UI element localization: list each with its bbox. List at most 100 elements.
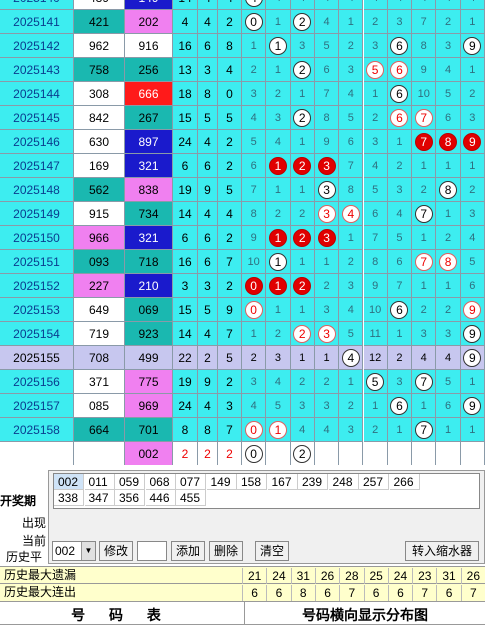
number-item[interactable]: 158 [237, 474, 267, 490]
number-item[interactable]: 338 [54, 490, 84, 506]
test-number-cell: 838 [125, 178, 173, 202]
table-row[interactable]: 2025145 842 267 15 5 5 4 3 2 8 5 2 6 7 6 3 [0, 106, 485, 130]
number-item[interactable]: 446 [145, 490, 176, 506]
digit-cell: 3 [363, 130, 388, 154]
digit-cell: 4 [339, 82, 364, 106]
table-row[interactable]: 2025151 093 718 16 6 7 10 1 1 1 2 8 6 7 8 5 [0, 250, 485, 274]
digit-cell: 1 [387, 418, 413, 442]
digit-cell: 1 [290, 298, 315, 322]
number-item[interactable]: 455 [176, 490, 206, 506]
period-cell: 2025147 [0, 154, 74, 178]
number-item[interactable]: 347 [84, 490, 115, 506]
digit-ball: 3 [317, 156, 336, 175]
table-row[interactable]: 2025150 966 321 6 6 2 9 1 2 3 1 7 5 1 2 4 [0, 226, 485, 250]
tail-cell: 2 [218, 274, 242, 298]
digit-cell: 1 [387, 322, 413, 346]
digit-cell: 2 [290, 370, 315, 394]
digit-cell: 1 [436, 202, 461, 226]
number-item[interactable]: 068 [145, 474, 176, 490]
digit-ball: 1 [268, 156, 287, 175]
number-item[interactable]: 167 [267, 474, 298, 490]
add-button[interactable]: 添加 [171, 541, 205, 561]
chevron-down-icon[interactable]: ▼ [81, 542, 95, 560]
number-list[interactable]: 002 011 059 068 077 149 158 167 239 248 257 266 338 3… [53, 473, 480, 509]
span-cell: 8 [198, 82, 218, 106]
digit-cell: 1 [290, 250, 315, 274]
digit-cell: 6 [314, 58, 340, 82]
table-row[interactable]: 2025156 371 775 19 9 2 3 4 2 2 1 5 3 7 5 1 [0, 370, 485, 394]
period-cell: 2025141 [0, 10, 74, 34]
digit-cell: 5 [363, 178, 388, 202]
max-miss-value: 31 [436, 568, 460, 584]
digit-ball: 3 [317, 324, 336, 343]
digit-ball: 7 [414, 372, 433, 391]
digit-cell: 2 [436, 298, 461, 322]
digit-cell: 3 [412, 322, 437, 346]
test-number-cell: 256 [125, 58, 173, 82]
table-row[interactable]: 2025144 308 666 18 8 0 3 2 1 7 4 1 6 10 5 2 [0, 82, 485, 106]
digit-cell: 1 [266, 154, 291, 178]
span-cell: 4 [198, 130, 218, 154]
digit-cell: 1 [266, 226, 291, 250]
digit-cell: 3 [266, 346, 291, 370]
table-row[interactable]: 2025152 227 210 3 3 2 0 1 2 2 3 9 7 1 1 6 [0, 274, 485, 298]
table-row[interactable]: 2025157 085 969 24 4 3 4 5 3 3 2 1 6 1 6 9 [0, 394, 485, 418]
table-row[interactable]: 2025143 758 256 13 3 4 2 1 2 6 3 5 6 9 4 1 [0, 58, 485, 82]
table-row[interactable]: 2025158 664 701 8 8 7 0 1 4 4 3 2 1 7 1 1 [0, 418, 485, 442]
table-row[interactable]: 2025149 915 734 14 4 4 8 2 2 3 4 6 4 7 1 3 [0, 202, 485, 226]
table-row[interactable]: 2025147 169 321 6 6 2 6 1 2 3 7 4 2 1 1 1 [0, 154, 485, 178]
number-select[interactable]: 002 ▼ [52, 541, 96, 561]
number-item[interactable]: 266 [389, 474, 420, 490]
tail-cell: 5 [218, 346, 242, 370]
table-row[interactable]: 2025148 562 838 19 9 5 7 1 1 3 8 5 3 2 8 2 [0, 178, 485, 202]
table-row[interactable]: 202514043914914444444444444 [0, 0, 485, 10]
digit-cell: 4 [339, 0, 364, 10]
table-row[interactable]: 2025153 649 069 15 5 9 0 1 1 3 4 10 6 2 2 9 [0, 298, 485, 322]
digit-ball: 8 [439, 180, 458, 199]
number-item[interactable]: 059 [115, 474, 145, 490]
digit-cell: 6 [339, 130, 364, 154]
digit-cell: 2 [339, 394, 364, 418]
delete-button[interactable]: 删除 [209, 541, 243, 561]
table-row[interactable]: 2025155 708 499 22 2 5 2 3 1 1 4 12 2 4 4 9 [0, 346, 485, 370]
number-input[interactable] [137, 541, 167, 561]
modify-button[interactable]: 修改 [99, 541, 133, 561]
number-item[interactable]: 257 [359, 474, 389, 490]
max-miss-value: 24 [387, 568, 412, 584]
table-row[interactable]: 2025146 630 897 24 4 2 5 4 1 9 6 3 1 7 8 9 [0, 130, 485, 154]
digit-cell: 7 [242, 178, 267, 202]
sum-cell: 24 [173, 130, 198, 154]
number-item[interactable]: 011 [84, 474, 115, 490]
digit-cell: 8 [363, 250, 388, 274]
number-item[interactable]: 248 [328, 474, 359, 490]
table-row[interactable]: 2025154 719 923 14 4 7 1 2 2 3 5 11 1 3 3 9 [0, 322, 485, 346]
span-cell: 4 [198, 0, 218, 10]
draw-number-cell: 664 [74, 418, 125, 442]
table-row[interactable]: 2025141 421 202 4 4 2 0 1 2 4 1 2 3 7 2 1 [0, 10, 485, 34]
number-item[interactable]: 356 [115, 490, 145, 506]
sum-cell: 18 [173, 82, 198, 106]
number-item[interactable]: 002 [54, 474, 84, 490]
digit-cell [412, 442, 437, 465]
number-item[interactable]: 239 [298, 474, 328, 490]
draw-number-cell: 708 [74, 346, 125, 370]
digit-cell: 3 [314, 154, 340, 178]
test-number-cell: 969 [125, 394, 173, 418]
digit-cell: 5 [242, 130, 267, 154]
digit-cell: 2 [266, 322, 291, 346]
digit-cell: 2 [290, 226, 315, 250]
sum-cell: 16 [173, 34, 198, 58]
sum-cell: 14 [173, 322, 198, 346]
digit-cell: 5 [339, 106, 364, 130]
digit-cell: 4 [363, 0, 388, 10]
empty-cell [74, 442, 125, 465]
test-number-cell: 666 [125, 82, 173, 106]
draw-number-cell: 758 [74, 58, 125, 82]
filter-transfer-button[interactable]: 转入缩水器 [405, 541, 479, 561]
table-row[interactable]: 2025142 962 916 16 6 8 1 1 3 5 2 3 6 8 3 9 [0, 34, 485, 58]
digit-ball: 9 [463, 348, 482, 367]
digit-cell: 2 [290, 106, 315, 130]
number-item[interactable]: 077 [176, 474, 206, 490]
number-item[interactable]: 149 [206, 474, 237, 490]
clear-button[interactable]: 清空 [255, 541, 289, 561]
